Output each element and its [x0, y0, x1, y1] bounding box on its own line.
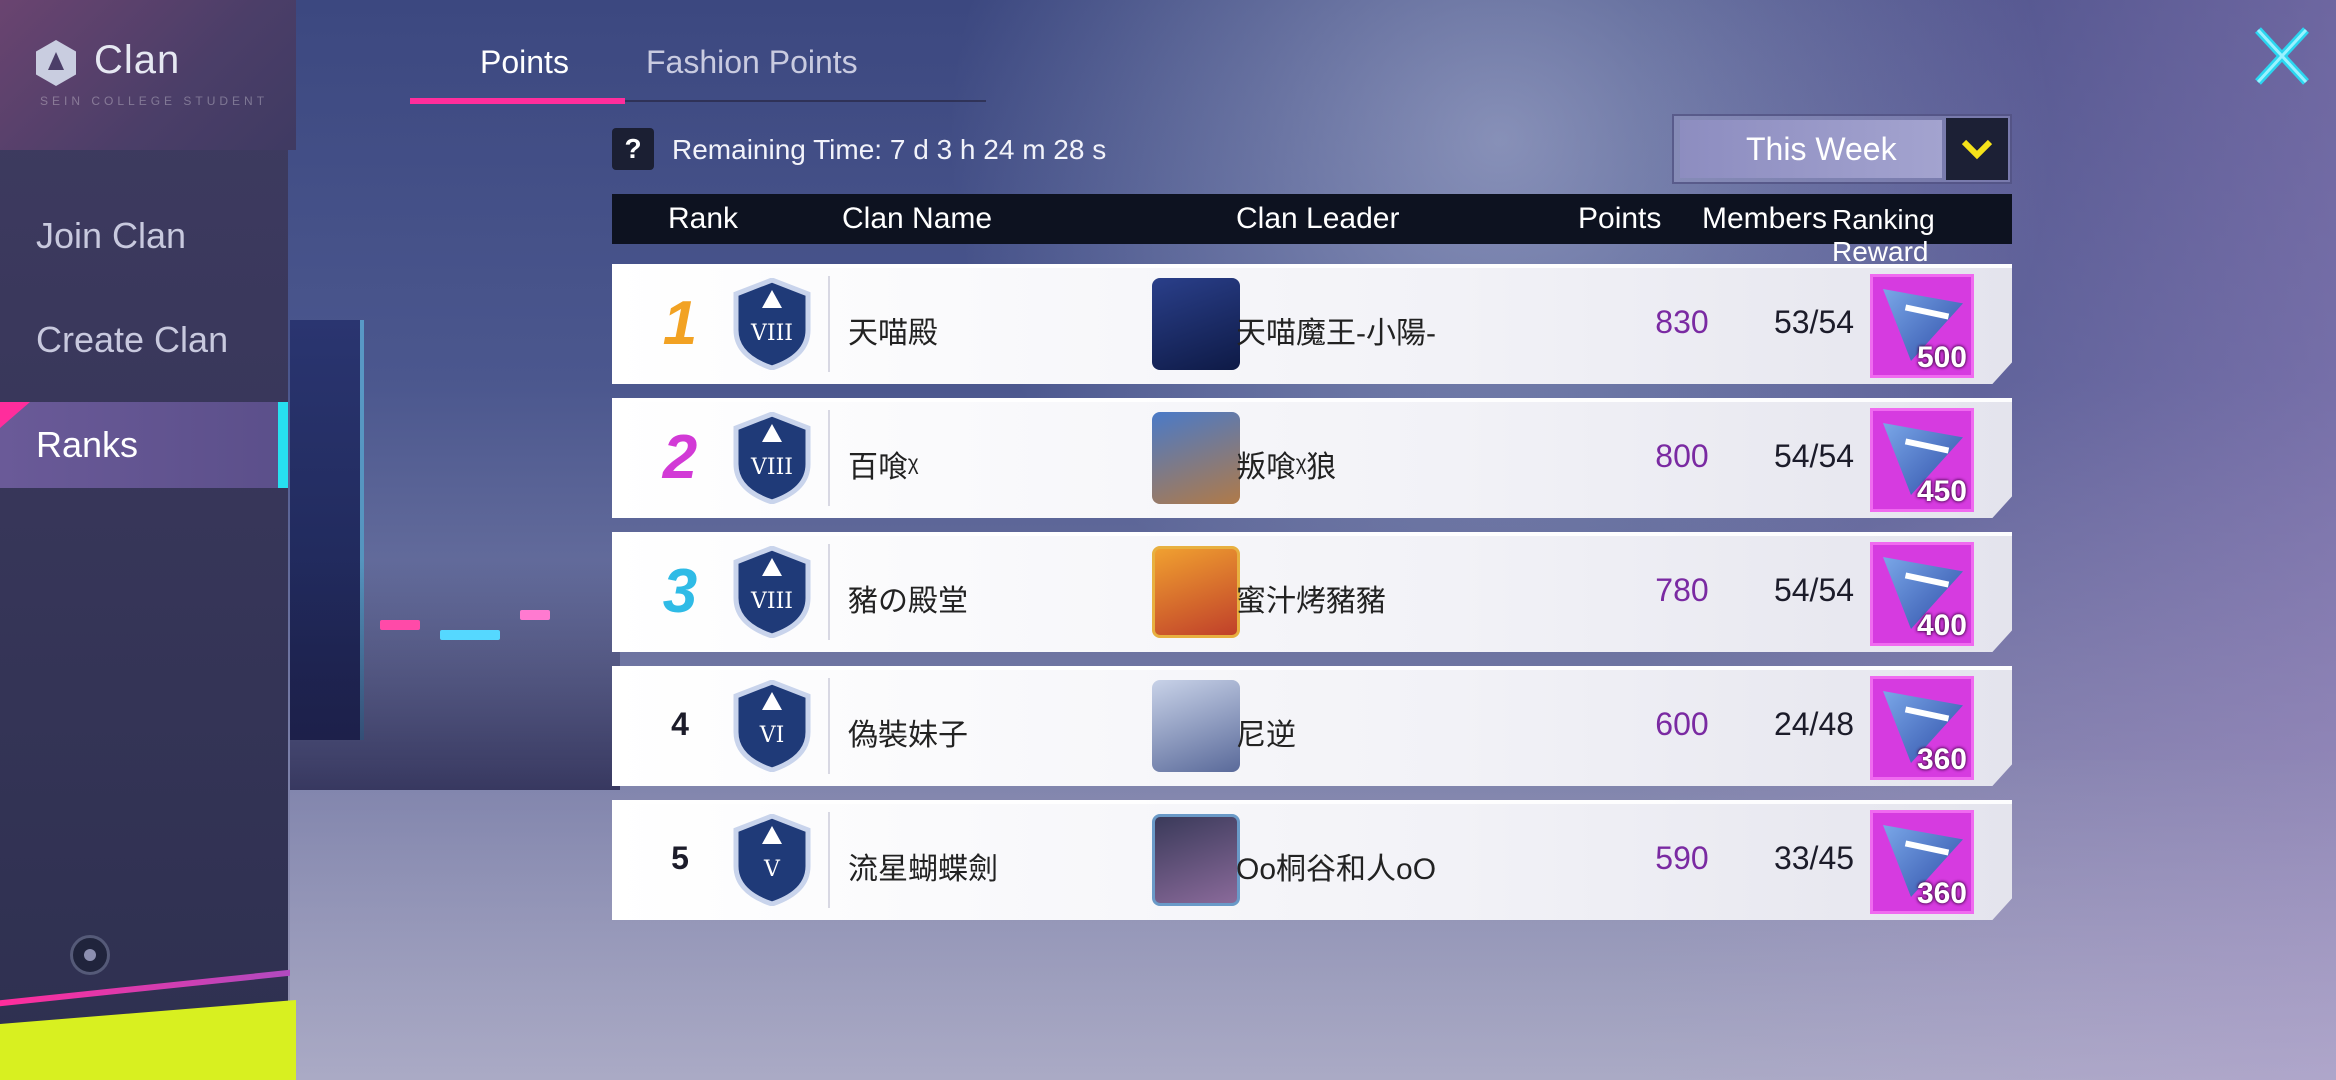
divider	[828, 678, 830, 774]
period-dropdown[interactable]: This Week	[1672, 114, 2012, 184]
tab-fashion-points[interactable]: Fashion Points	[646, 44, 858, 81]
reward-amount: 450	[1916, 475, 1967, 508]
clan-leader: Oo桐谷和人oO	[1236, 853, 1437, 886]
clan-shield-icon: VIII	[733, 546, 811, 638]
rank-number: 2	[662, 423, 698, 492]
ranking-reward[interactable]: 360	[1870, 810, 1974, 914]
leader-avatar	[1152, 412, 1240, 504]
sidebar: Clan SEIN COLLEGE STUDENT Join Clan Crea…	[0, 0, 296, 1080]
clan-leader: 蜜汁烤豬豬	[1236, 585, 1386, 618]
sidebar-item-join-clan[interactable]: Join Clan	[0, 193, 288, 279]
leader-avatar	[1152, 814, 1240, 906]
column-header-members: Members	[1702, 202, 1828, 235]
clan-shield-icon: VI	[733, 680, 811, 772]
clan-name: 豬の殿堂	[848, 585, 968, 618]
tab-active-indicator	[410, 98, 625, 104]
reward-amount: 400	[1916, 609, 1967, 642]
leader-avatar	[1152, 546, 1240, 638]
table-row[interactable]: 4 VI 偽裝妹子 尼逆 600 24/48 360	[612, 666, 2012, 786]
ranking-reward[interactable]: 500	[1870, 274, 1974, 378]
clan-shield-icon: V	[733, 814, 811, 906]
column-header-clan-name: Clan Name	[842, 202, 993, 235]
column-header-ranking-reward: Ranking Reward	[1832, 204, 1935, 267]
clan-shield-icon: VIII	[733, 278, 811, 370]
close-icon[interactable]	[2250, 24, 2314, 88]
clan-badge-level: VIII	[750, 589, 793, 614]
divider	[828, 812, 830, 908]
rank-number: 3	[662, 557, 698, 626]
sidebar-item-label: Ranks	[36, 424, 139, 465]
rank-number: 4	[671, 706, 689, 742]
column-header-clan-leader: Clan Leader	[1236, 202, 1400, 235]
divider	[828, 276, 830, 372]
clan-leader: 天喵魔王-小陽-	[1236, 317, 1436, 350]
reward-amount: 360	[1916, 743, 1967, 776]
clan-badge-level: VIII	[750, 455, 793, 480]
divider	[828, 410, 830, 506]
tab-points[interactable]: Points	[480, 44, 569, 81]
reward-amount: 500	[1916, 341, 1967, 374]
background-city	[290, 560, 620, 790]
chevron-down-icon[interactable]	[1946, 118, 2008, 180]
sidebar-item-label: Create Clan	[36, 319, 229, 360]
page-title: Clan	[94, 38, 181, 82]
table-row[interactable]: 3 VIII 豬の殿堂 蜜汁烤豬豬 780 54/54 400	[612, 532, 2012, 652]
clan-leader: 尼逆	[1236, 719, 1296, 752]
decor-corner	[0, 1000, 296, 1080]
clan-badge-level: VIII	[750, 321, 793, 346]
help-button[interactable]: ?	[612, 128, 654, 170]
rank-number: 1	[662, 289, 698, 358]
rank-number: 5	[671, 840, 689, 876]
ranking-reward[interactable]: 360	[1870, 676, 1974, 780]
ranking-reward[interactable]: 400	[1870, 542, 1974, 646]
remaining-time: Remaining Time: 7 d 3 h 24 m 28 s	[672, 134, 1107, 165]
sidebar-item-create-clan[interactable]: Create Clan	[0, 297, 288, 383]
sidebar-item-label: Join Clan	[36, 215, 187, 256]
clan-badge-level: VI	[759, 723, 785, 748]
sidebar-item-ranks[interactable]: Ranks	[0, 402, 288, 488]
table-row[interactable]: 1 VIII 天喵殿 天喵魔王-小陽- 830 53/54 500	[612, 264, 2012, 384]
clan-name: 天喵殿	[848, 317, 938, 350]
knob-icon	[70, 935, 110, 975]
clan-shield-icon: VIII	[733, 412, 811, 504]
leader-avatar	[1152, 680, 1240, 772]
table-row[interactable]: 5 V 流星蝴蝶劍 Oo桐谷和人oO 590 33/45 360	[612, 800, 2012, 920]
leader-avatar	[1152, 278, 1240, 370]
clan-name: 流星蝴蝶劍	[848, 853, 998, 886]
reward-amount: 360	[1916, 877, 1967, 910]
divider	[828, 544, 830, 640]
period-dropdown-value: This Week	[1680, 120, 1942, 178]
clan-name: 百喰ᵡ	[848, 451, 919, 484]
table-header: Rank Clan Name Clan Leader Points Member…	[612, 194, 2012, 267]
clan-leader: 叛喰ᵡ狼	[1236, 451, 1337, 484]
page-subtitle: SEIN COLLEGE STUDENT	[40, 94, 269, 108]
column-header-points: Points	[1578, 202, 1662, 235]
table-row[interactable]: 2 VIII 百喰ᵡ 叛喰ᵡ狼 800 54/54 450	[612, 398, 2012, 518]
clan-badge-level: V	[763, 857, 781, 882]
ranking-reward[interactable]: 450	[1870, 408, 1974, 512]
decor-stripe	[0, 969, 290, 1007]
clan-name: 偽裝妹子	[848, 719, 968, 752]
column-header-rank: Rank	[668, 202, 739, 235]
